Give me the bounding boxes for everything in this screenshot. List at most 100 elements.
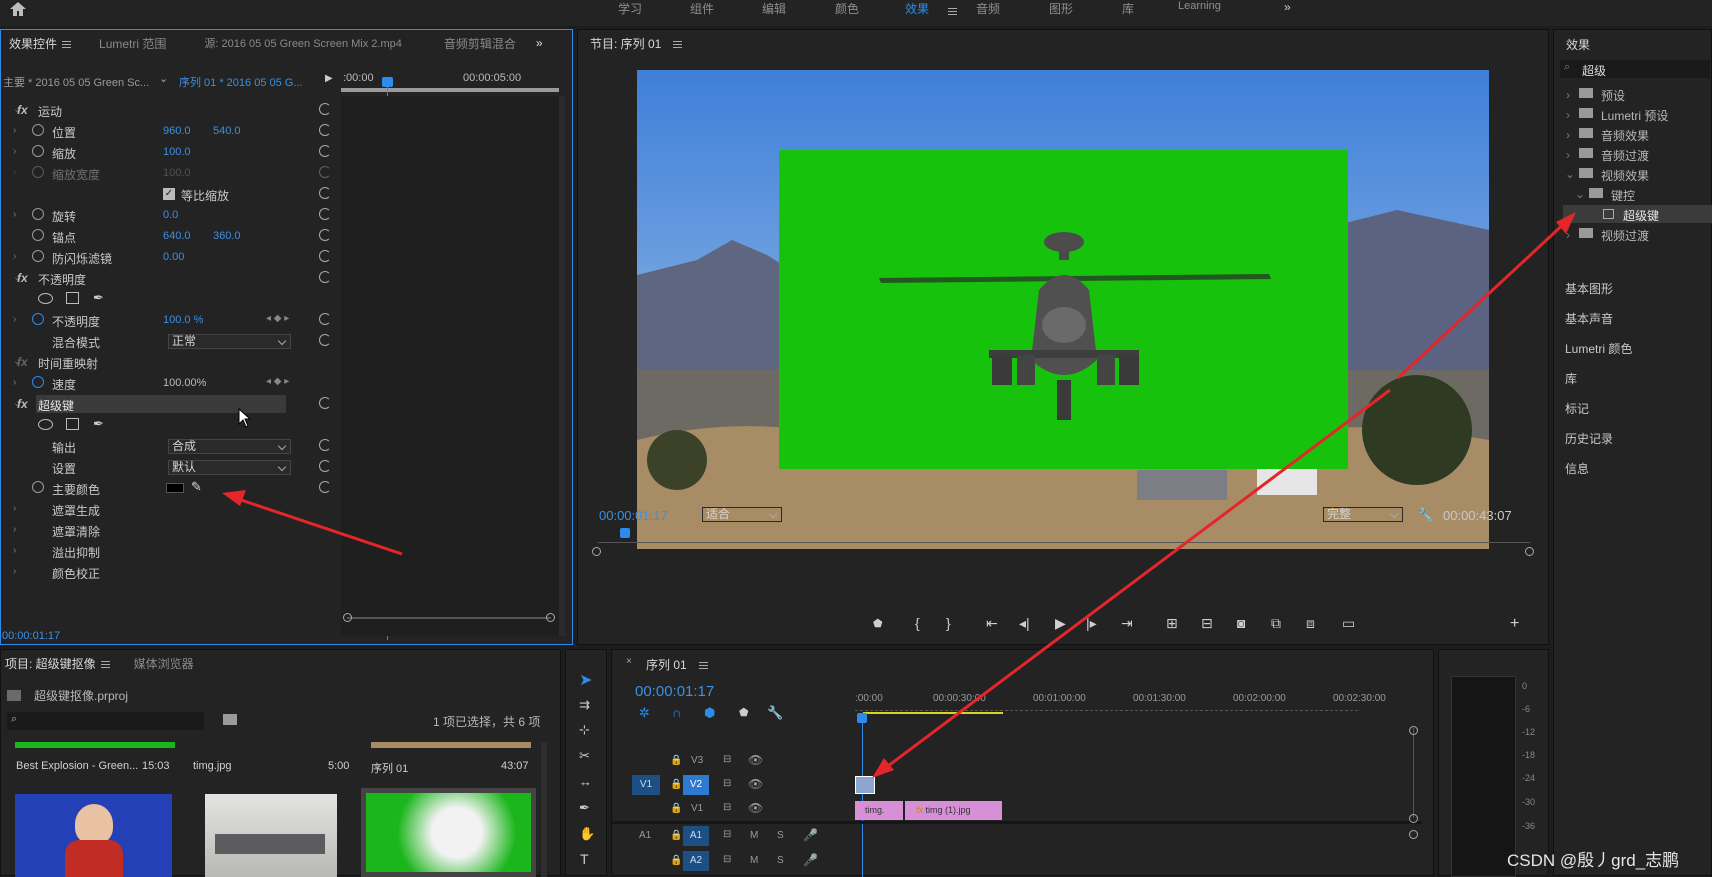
scroll-handle[interactable]: [1409, 830, 1418, 839]
ec-scrollbar[interactable]: [559, 96, 565, 636]
workspace-learn[interactable]: 学习: [618, 0, 642, 17]
project-scrollbar[interactable]: [541, 742, 547, 877]
play-triangle-icon[interactable]: ▶: [325, 73, 333, 84]
setting-dropdown[interactable]: 默认: [168, 460, 291, 475]
pen-mask-icon[interactable]: ✒: [93, 290, 104, 306]
reset-icon[interactable]: [319, 103, 331, 115]
comparison-view-icon[interactable]: ⧉: [1271, 615, 1281, 632]
position-y-value[interactable]: 540.0: [213, 125, 241, 137]
panel-overflow-icon[interactable]: »: [528, 36, 551, 50]
track-header-v3[interactable]: 🔒 V3 ⊟ 👁: [612, 750, 850, 772]
tab-effect-controls[interactable]: 效果控件: [1, 35, 79, 52]
effects-search-box[interactable]: ⌕ 超级: [1560, 60, 1710, 78]
workspace-learning[interactable]: Learning: [1178, 0, 1221, 12]
add-marker-icon[interactable]: ⬢: [704, 705, 715, 721]
key-color-swatch[interactable]: [166, 483, 184, 493]
project-item-name[interactable]: Best Explosion - Green...: [16, 760, 138, 772]
pen-tool-icon[interactable]: ✒: [579, 800, 590, 816]
flicker-row[interactable]: › 防闪烁滤镜 0.00: [1, 247, 339, 268]
scale-row[interactable]: › 缩放 100.0: [1, 142, 339, 163]
track-header-v2[interactable]: V1 🔒 V2 ⊟ 👁: [612, 774, 850, 796]
go-to-out-icon[interactable]: ⇥: [1121, 615, 1133, 632]
program-playhead[interactable]: [620, 528, 630, 538]
clip-v2-green-screen[interactable]: [855, 776, 875, 794]
matte-gen-row[interactable]: › 遮罩生成: [1, 499, 339, 520]
key-color-row[interactable]: 主要颜色 ✎: [1, 478, 339, 499]
scale-value[interactable]: 100.0: [163, 146, 191, 158]
add-button-icon[interactable]: +: [1510, 615, 1519, 633]
ec-zoom-slider[interactable]: [347, 617, 551, 619]
track-target-v2[interactable]: V2: [683, 775, 709, 795]
sequence-clip-label[interactable]: 序列 01 * 2016 05 05 G...: [179, 74, 303, 90]
scroll-handle[interactable]: [1409, 726, 1418, 735]
quality-dropdown[interactable]: 完整: [1323, 507, 1403, 522]
workspace-graphics[interactable]: 图形: [1049, 0, 1073, 17]
position-row[interactable]: › 位置 960.0 540.0: [1, 121, 339, 142]
overlay-icon[interactable]: ⧈: [1306, 615, 1315, 632]
section-lumetri-color[interactable]: Lumetri 颜色: [1565, 340, 1632, 357]
keyframe-nav-icon[interactable]: ◂ ◆ ▸: [266, 376, 289, 387]
tab-media-browser[interactable]: 媒体浏览器: [126, 655, 202, 672]
clip-v1-timg[interactable]: timg.: [855, 801, 903, 820]
setting-row[interactable]: 设置 默认: [1, 457, 339, 478]
timeline-title[interactable]: 序列 01: [646, 656, 708, 673]
timeline-vscroll[interactable]: [1413, 728, 1414, 818]
ripple-edit-tool-icon[interactable]: ⊹: [579, 722, 590, 738]
pen-mask-icon[interactable]: ✒: [93, 416, 104, 432]
program-scrub-bar[interactable]: [598, 535, 1530, 543]
more-workspaces-icon[interactable]: »: [1284, 0, 1291, 14]
go-to-in-icon[interactable]: ⇤: [986, 615, 998, 632]
motion-row[interactable]: ⌄ fx 运动: [1, 100, 339, 121]
new-bin-icon[interactable]: [223, 714, 237, 725]
project-item-name[interactable]: timg.jpg: [193, 760, 232, 772]
speed-row[interactable]: › 速度 100.00% ◂ ◆ ▸: [1, 373, 339, 394]
workspace-libraries[interactable]: 库: [1122, 0, 1134, 17]
video-frame[interactable]: [637, 70, 1489, 549]
tree-item-video-effects[interactable]: 视频效果: [1601, 167, 1649, 184]
linked-selection-icon[interactable]: ∩: [672, 705, 681, 720]
ec-playhead-head[interactable]: [382, 77, 393, 87]
uniform-scale-checkbox[interactable]: ✓: [163, 188, 175, 200]
section-history[interactable]: 历史记录: [1565, 430, 1613, 447]
scroll-handle[interactable]: [1409, 814, 1418, 823]
slip-tool-icon[interactable]: ↔: [579, 774, 592, 789]
tree-item-audio-transitions[interactable]: 音频过渡: [1601, 147, 1649, 164]
source-patch-v1[interactable]: V1: [632, 775, 660, 795]
section-info[interactable]: 信息: [1565, 460, 1589, 477]
step-back-icon[interactable]: ◂|: [1019, 615, 1030, 632]
mark-in-icon[interactable]: {: [915, 615, 920, 631]
fit-dropdown[interactable]: 适合: [702, 507, 782, 522]
ec-zoom-handle-right[interactable]: [546, 613, 555, 622]
time-remap-row[interactable]: ⌄ fx 时间重映射: [1, 352, 339, 373]
blend-mode-row[interactable]: 混合模式 正常: [1, 331, 339, 352]
home-icon[interactable]: [10, 2, 26, 16]
blend-mode-dropdown[interactable]: 正常: [168, 334, 291, 349]
ec-timecode[interactable]: 00:00:01:17: [2, 630, 60, 642]
section-libraries[interactable]: 库: [1565, 370, 1577, 387]
uniform-scale-row[interactable]: ✓ 等比缩放: [1, 184, 339, 205]
green-screen-clip[interactable]: [779, 150, 1348, 469]
scrub-handle-left[interactable]: [592, 547, 601, 556]
output-dropdown[interactable]: 合成: [168, 439, 291, 454]
extract-icon[interactable]: ⊟: [1201, 615, 1213, 632]
tab-project[interactable]: 项目: 超级键抠像: [1, 655, 118, 672]
section-essential-sound[interactable]: 基本声音: [1565, 310, 1613, 327]
opacity-row[interactable]: › 不透明度 100.0 % ◂ ◆ ▸: [1, 310, 339, 331]
flicker-value[interactable]: 0.00: [163, 251, 184, 263]
tree-item-lumetri-presets[interactable]: Lumetri 预设: [1601, 107, 1668, 124]
effects-search-input[interactable]: 超级: [1582, 62, 1606, 79]
track-target-a2[interactable]: A2: [683, 851, 709, 871]
tab-source[interactable]: 源: 2016 05 05 Green Screen Mix 2.mp4: [196, 35, 410, 51]
hand-tool-icon[interactable]: ✋: [579, 826, 595, 842]
section-markers[interactable]: 标记: [1565, 400, 1589, 417]
timeline-timecode[interactable]: 00:00:01:17: [635, 683, 714, 700]
workspace-menu-icon[interactable]: [948, 8, 957, 16]
work-area-bar[interactable]: [863, 712, 1003, 714]
tree-item-presets[interactable]: 预设: [1601, 87, 1625, 104]
matte-cleanup-row[interactable]: › 遮罩清除: [1, 520, 339, 541]
thumbnail-explosion-clip[interactable]: [15, 794, 172, 877]
track-header-a2[interactable]: 🔒 A2 ⊟ M S 🎤: [612, 850, 850, 872]
tab-program[interactable]: 节目: 序列 01: [578, 35, 690, 52]
anchor-x-value[interactable]: 640.0: [163, 230, 191, 242]
timeline-ruler[interactable]: :00:00 00:00:30:00 00:01:00:00 00:01:30:…: [855, 690, 1386, 718]
